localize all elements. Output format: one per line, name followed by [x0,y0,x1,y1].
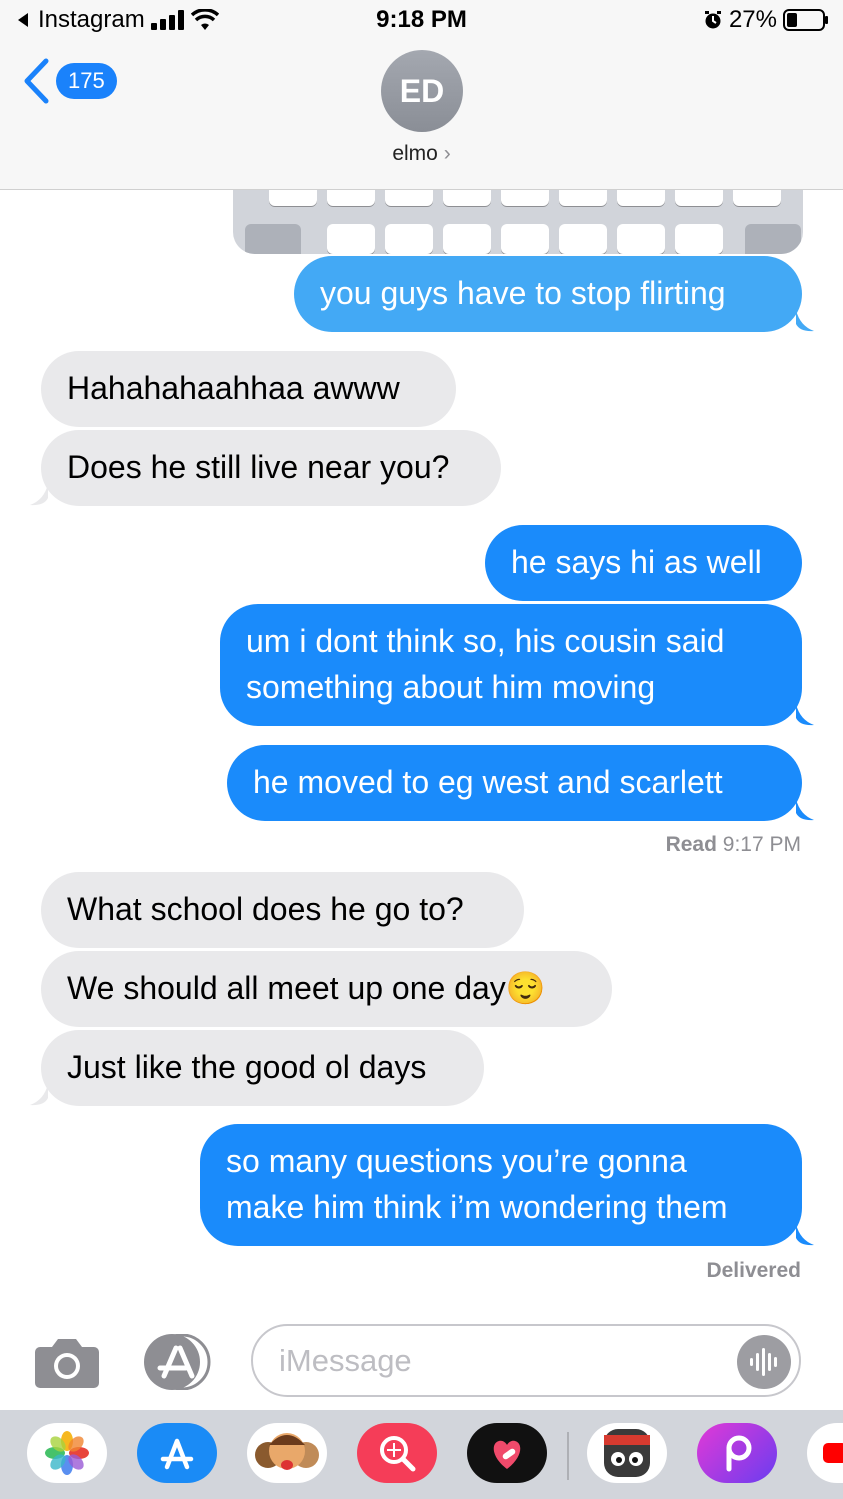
keyboard-image-fragment [233,190,803,254]
read-label: Read [665,833,717,856]
delivered-label: Delivered [706,1259,801,1282]
message-text-line: make him think i’m wondering them [226,1189,728,1225]
sent-message[interactable]: he moved to eg west and scarlett [227,745,802,821]
battery-icon [783,9,828,31]
message-text: Does he still live near you? [67,449,450,485]
contact-name: elmo [392,142,438,165]
waveform-icon [750,1348,777,1376]
back-button[interactable]: 175 [22,58,117,104]
search-images-icon[interactable] [357,1423,437,1483]
chevron-right-icon: › [443,142,451,165]
message-text: he moved to eg west and scarlett [253,764,723,800]
message-text-line: so many questions you’re gonna [226,1143,687,1179]
received-message[interactable]: Just like the good ol days [41,1030,484,1106]
message-text: What school does he go to? [67,891,464,927]
keyboard-key [501,224,549,254]
keyboard-delete-key [745,224,801,254]
battery-percent: 27% [728,6,777,33]
received-message[interactable]: What school does he go to? [41,872,524,948]
sent-message[interactable]: so many questions you’re gonna make him … [200,1124,802,1246]
composer-bar [0,1310,843,1410]
received-message[interactable]: Does he still live near you? [41,430,501,506]
message-input[interactable] [277,1340,721,1382]
battery-status: 27% [703,6,829,34]
sent-message[interactable]: he says hi as well [485,525,802,601]
contact-name-row[interactable]: elmo › [0,142,843,166]
message-text: Hahahahaahhaa awww [67,370,400,406]
received-message[interactable]: Hahahahaahhaa awww [41,351,456,427]
keyboard-shift-key [245,224,301,254]
bubble-tail [796,799,814,821]
received-message[interactable]: We should all meet up one day😌 [41,951,612,1027]
drawer-divider [567,1432,569,1480]
message-text-line: something about him moving [246,669,656,705]
keyboard-key [269,190,317,206]
unread-count-badge: 175 [56,63,117,99]
youtube-icon[interactable] [807,1423,843,1483]
app-drawer [0,1410,843,1499]
memoji-icon[interactable] [247,1423,327,1483]
message-text: Just like the good ol days [67,1049,427,1085]
keyboard-key [675,190,723,206]
app-store-icon[interactable] [137,1423,217,1483]
delivered-status: Delivered [706,1259,801,1283]
chevron-left-icon [24,58,49,104]
keyboard-key [385,224,433,254]
keyboard-key [327,224,375,254]
sent-message[interactable]: you guys have to stop flirting [294,256,802,332]
app-store-button-icon[interactable] [142,1334,214,1390]
keyboard-key [443,224,491,254]
audio-message-button[interactable] [737,1335,791,1389]
read-time: 9:17 PM [722,833,801,856]
digital-touch-icon[interactable] [467,1423,547,1483]
keyboard-key [617,190,665,206]
read-receipt: Read 9:17 PM [666,833,801,857]
camera-icon[interactable] [34,1337,100,1389]
status-bar: Instagram 9:18 PM 27% [0,0,843,44]
relieved-face-emoji: 😌 [505,970,546,1006]
message-text: he says hi as well [511,544,762,580]
photos-app-icon[interactable] [27,1423,107,1483]
message-thread[interactable]: you guys have to stop flirting Hahahahaa… [0,190,843,1310]
keyboard-key [327,190,375,206]
message-text-line: um i dont think so, his cousin said [246,623,725,659]
keyboard-key [559,224,607,254]
bubble-tail [30,1084,48,1106]
message-text: We should all meet up one day [67,970,506,1006]
keyboard-key [559,190,607,206]
bubble-tail [796,310,814,332]
keyboard-key [385,190,433,206]
bubble-tail [796,704,814,726]
contact-avatar[interactable]: ED [381,50,463,132]
keyboard-key [617,224,665,254]
sent-message[interactable]: um i dont think so, his cousin said some… [220,604,802,726]
conversation-header: 175 ED elmo › [0,44,843,190]
alarm-icon [704,11,721,29]
keyboard-key [443,190,491,206]
keyboard-key [675,224,723,254]
keyboard-key [733,190,781,206]
keyboard-key [501,190,549,206]
message-text: you guys have to stop flirting [320,275,726,311]
message-field[interactable] [251,1324,801,1397]
bubble-tail [796,1224,814,1246]
picsart-icon[interactable] [697,1423,777,1483]
game-app-icon[interactable] [587,1423,667,1483]
bubble-tail [30,484,48,506]
